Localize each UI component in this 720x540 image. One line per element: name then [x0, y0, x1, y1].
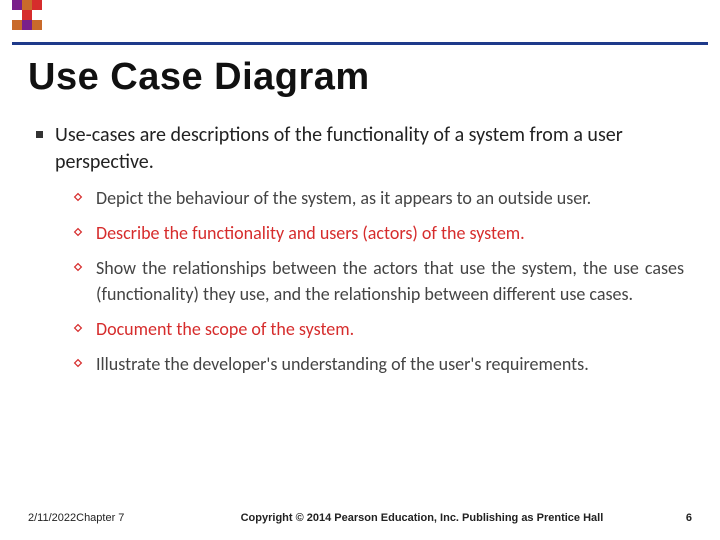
diamond-bullet-icon: [72, 322, 84, 334]
sub-bullet-text: Illustrate the developer's understanding…: [96, 352, 684, 377]
sub-bullet-text: Describe the functionality and users (ac…: [96, 221, 684, 246]
sub-bullet: Depict the behaviour of the system, as i…: [72, 186, 684, 211]
sub-bullet-text: Show the relationships between the actor…: [96, 256, 684, 306]
sub-bullet: Describe the functionality and users (ac…: [72, 221, 684, 246]
diamond-bullet-icon: [72, 261, 84, 273]
diamond-bullet-icon: [72, 357, 84, 369]
slide-title: Use Case Diagram: [28, 56, 370, 99]
sub-bullet-text: Depict the behaviour of the system, as i…: [96, 186, 684, 211]
sub-bullet: Document the scope of the system.: [72, 317, 684, 342]
title-underline: [12, 42, 708, 45]
footer-copyright: Copyright © 2014 Pearson Education, Inc.…: [158, 512, 686, 524]
sub-bullet: Illustrate the developer's understanding…: [72, 352, 684, 377]
sub-bullet-list: Depict the behaviour of the system, as i…: [72, 186, 684, 377]
main-bullet: Use-cases are descriptions of the functi…: [36, 122, 684, 176]
footer-date: 2/11/2022Chapter 7: [28, 512, 158, 524]
sub-bullet: Show the relationships between the actor…: [72, 256, 684, 306]
footer-page-number: 6: [686, 512, 692, 524]
slide-logo: [12, 0, 72, 40]
sub-bullet-text: Document the scope of the system.: [96, 317, 684, 342]
slide-footer: 2/11/2022Chapter 7 Copyright © 2014 Pear…: [0, 512, 720, 524]
main-bullet-text: Use-cases are descriptions of the functi…: [55, 122, 684, 176]
diamond-bullet-icon: [72, 191, 84, 203]
slide-body: Use-cases are descriptions of the functi…: [36, 122, 684, 387]
diamond-bullet-icon: [72, 226, 84, 238]
square-bullet-icon: [36, 131, 43, 138]
